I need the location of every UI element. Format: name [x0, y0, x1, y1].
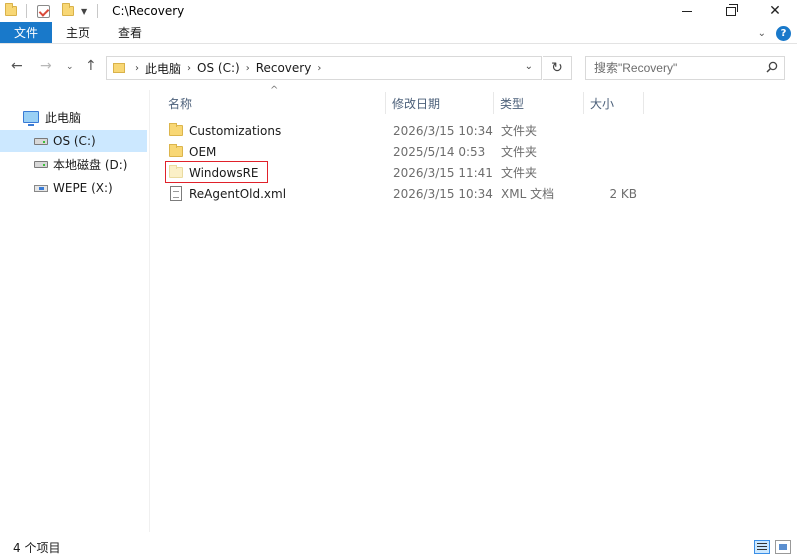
file-date: 2025/5/14 0:53: [393, 144, 486, 159]
column-header-type[interactable]: 类型: [494, 92, 584, 114]
minimize-button[interactable]: [665, 0, 709, 22]
recent-locations-chevron-down-icon[interactable]: ⌄: [66, 62, 74, 72]
file-type: XML 文档: [501, 187, 555, 201]
forward-arrow-icon[interactable]: →: [40, 58, 52, 74]
navigation-bar: ← → ⌄ ↑ › 此电脑 › OS (C:) › Recovery › ⌄ ↻: [0, 44, 797, 90]
new-folder-icon[interactable]: [62, 3, 74, 16]
address-folder-icon: [113, 63, 125, 73]
breadcrumb-separator-icon[interactable]: ›: [246, 63, 250, 74]
toolbar-separator: [97, 4, 99, 18]
address-dropdown-chevron-down-icon[interactable]: ⌄: [525, 61, 533, 72]
file-name: OEM: [189, 144, 217, 159]
sidebar-item-os-c[interactable]: OS (C:): [0, 130, 147, 152]
tab-home[interactable]: 主页: [52, 22, 104, 43]
quick-access-toolbar: ▼: [0, 0, 104, 22]
ribbon-right-controls: ⌄ ?: [758, 22, 797, 44]
sidebar-item-this-pc[interactable]: 此电脑: [0, 106, 147, 128]
search-icon[interactable]: [766, 61, 778, 73]
maximize-button[interactable]: [709, 0, 753, 22]
sidebar-item-label: 此电脑: [45, 110, 82, 125]
breadcrumb-recovery[interactable]: Recovery: [256, 61, 312, 75]
file-type: 文件夹: [501, 166, 538, 180]
sidebar-item-label: OS (C:): [53, 134, 96, 148]
toolbar-separator: [26, 4, 27, 18]
close-icon: ✕: [769, 3, 781, 19]
file-list: ^ 名称 修改日期 类型 大小 Customizations 2026/3/15…: [151, 85, 797, 532]
highlight-annotation: [165, 161, 268, 183]
file-name: ReAgentOld.xml: [189, 186, 287, 201]
sidebar-item-wepe-x[interactable]: WEPE (X:): [0, 177, 147, 199]
tab-file[interactable]: 文件: [0, 22, 53, 43]
customize-toolbar-dropdown-icon[interactable]: ▼: [81, 7, 87, 16]
column-header-size[interactable]: 大小: [584, 92, 644, 114]
breadcrumb-os-c[interactable]: OS (C:): [197, 61, 240, 75]
drive-icon: [34, 160, 48, 168]
window-title: C:\Recovery: [112, 4, 185, 18]
usb-drive-icon: [34, 184, 48, 192]
file-type: 文件夹: [501, 124, 538, 138]
file-row-oem[interactable]: OEM 2025/5/14 0:53 文件夹: [165, 141, 645, 162]
title-bar: ▼ C:\Recovery ✕: [0, 0, 797, 22]
address-bar[interactable]: › 此电脑 › OS (C:) › Recovery › ⌄: [106, 56, 542, 80]
help-icon[interactable]: ?: [776, 25, 791, 41]
close-button[interactable]: ✕: [753, 0, 797, 22]
drive-icon: [34, 137, 48, 145]
sidebar-item-local-disk-d[interactable]: 本地磁盘 (D:): [0, 153, 147, 175]
breadcrumb-separator-icon[interactable]: ›: [187, 63, 191, 74]
folder-icon: [169, 144, 183, 157]
minimize-icon: [682, 10, 692, 12]
window-controls: ✕: [665, 0, 797, 22]
restore-icon: [726, 3, 738, 16]
file-date: 2026/3/15 10:34: [393, 123, 493, 138]
computer-icon: [23, 111, 39, 126]
breadcrumb-this-pc[interactable]: 此电脑: [145, 60, 181, 77]
search-input[interactable]: [586, 58, 756, 78]
sidebar-item-label: WEPE (X:): [53, 181, 113, 195]
file-size: 2 KB: [609, 186, 637, 201]
xml-file-icon: [170, 186, 182, 201]
properties-icon[interactable]: [37, 4, 50, 18]
file-row-customizations[interactable]: Customizations 2026/3/15 10:34 文件夹: [165, 120, 645, 141]
refresh-button[interactable]: ↻: [543, 56, 572, 80]
refresh-icon: ↻: [551, 60, 563, 76]
back-arrow-icon[interactable]: ←: [11, 58, 23, 74]
navigation-pane: 此电脑 OS (C:) 本地磁盘 (D:) WEPE (X:): [0, 90, 150, 532]
file-type: 文件夹: [501, 145, 538, 159]
column-header-date[interactable]: 修改日期: [386, 92, 494, 114]
breadcrumb-separator-icon[interactable]: ›: [317, 63, 321, 74]
up-arrow-icon[interactable]: ↑: [85, 58, 97, 74]
breadcrumb-separator-icon[interactable]: ›: [135, 63, 139, 74]
file-row-reagentold-xml[interactable]: ReAgentOld.xml 2026/3/15 10:34 XML 文档 2 …: [165, 183, 645, 204]
details-view-icon[interactable]: [754, 540, 770, 554]
file-date: 2026/3/15 10:34: [393, 186, 493, 201]
column-header-name[interactable]: 名称: [162, 92, 386, 114]
search-box[interactable]: [585, 56, 785, 80]
tab-view[interactable]: 查看: [104, 22, 156, 43]
large-icons-view-icon[interactable]: [775, 540, 791, 554]
app-folder-icon: [5, 3, 17, 16]
item-count: 4 个项目: [13, 540, 61, 555]
file-date: 2026/3/15 11:41: [393, 165, 493, 180]
folder-icon: [169, 123, 183, 136]
ribbon-tabs: 文件 主页 查看 ⌄ ?: [0, 22, 797, 44]
status-bar: 4 个项目: [0, 536, 797, 558]
file-name: Customizations: [189, 123, 282, 138]
expand-ribbon-chevron-down-icon[interactable]: ⌄: [758, 28, 766, 39]
sidebar-item-label: 本地磁盘 (D:): [53, 157, 128, 172]
